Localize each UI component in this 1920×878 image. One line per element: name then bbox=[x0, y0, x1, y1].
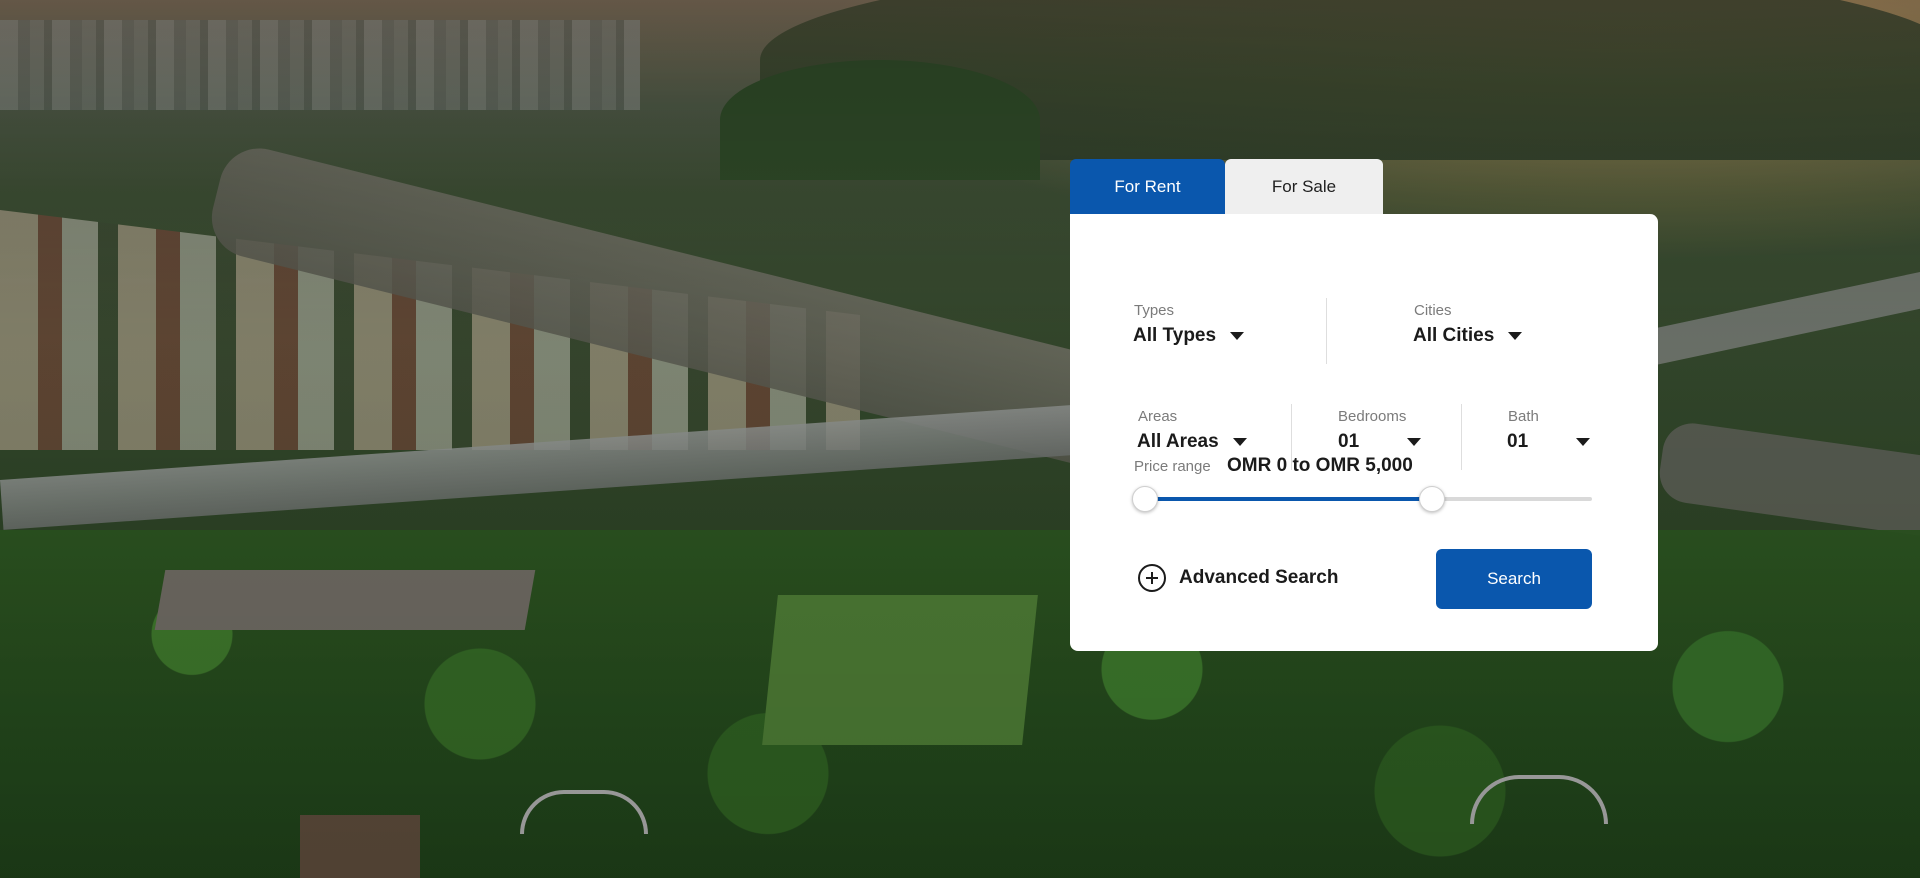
price-slider-min-handle[interactable] bbox=[1132, 486, 1158, 512]
price-slider-fill bbox=[1144, 497, 1431, 501]
advanced-search-link[interactable]: Advanced Search bbox=[1138, 564, 1338, 592]
chevron-down-icon bbox=[1508, 332, 1523, 340]
bedrooms-label: Bedrooms bbox=[1338, 408, 1407, 425]
chevron-down-icon bbox=[1232, 438, 1247, 446]
search-button[interactable]: Search bbox=[1436, 549, 1592, 609]
bath-label: Bath bbox=[1508, 408, 1539, 425]
bedrooms-dropdown[interactable]: 01 bbox=[1338, 431, 1422, 453]
areas-dropdown[interactable]: All Areas bbox=[1137, 431, 1247, 453]
search-panel: Types All Types Cities All Cities Areas … bbox=[1070, 214, 1658, 651]
areas-value: All Areas bbox=[1137, 431, 1219, 452]
types-value: All Types bbox=[1133, 325, 1217, 346]
listing-tabs: For Rent For Sale bbox=[1070, 159, 1658, 214]
cities-label: Cities bbox=[1414, 302, 1452, 319]
types-label: Types bbox=[1134, 302, 1175, 319]
plus-circle-icon bbox=[1138, 564, 1166, 592]
chevron-down-icon bbox=[1230, 332, 1245, 340]
advanced-search-label: Advanced Search bbox=[1179, 567, 1339, 588]
property-search-widget: For Rent For Sale Types All Types Cities… bbox=[1070, 159, 1658, 651]
price-range-label: Price range bbox=[1134, 458, 1211, 475]
chevron-down-icon bbox=[1407, 438, 1422, 446]
price-range-value: OMR 0 to OMR 5,000 bbox=[1227, 455, 1413, 476]
areas-label: Areas bbox=[1138, 408, 1178, 425]
types-dropdown[interactable]: All Types bbox=[1133, 325, 1245, 347]
price-slider-max-handle[interactable] bbox=[1418, 486, 1445, 512]
tab-for-sale[interactable]: For Sale bbox=[1225, 159, 1383, 214]
tab-for-rent[interactable]: For Rent bbox=[1070, 159, 1225, 214]
cities-dropdown[interactable]: All Cities bbox=[1413, 325, 1523, 347]
divider bbox=[1461, 404, 1462, 470]
bath-value: 01 bbox=[1507, 431, 1529, 452]
divider bbox=[1326, 298, 1327, 364]
chevron-down-icon bbox=[1576, 438, 1591, 446]
bath-dropdown[interactable]: 01 bbox=[1507, 431, 1591, 453]
bedrooms-value: 01 bbox=[1338, 431, 1360, 452]
cities-value: All Cities bbox=[1413, 325, 1495, 346]
